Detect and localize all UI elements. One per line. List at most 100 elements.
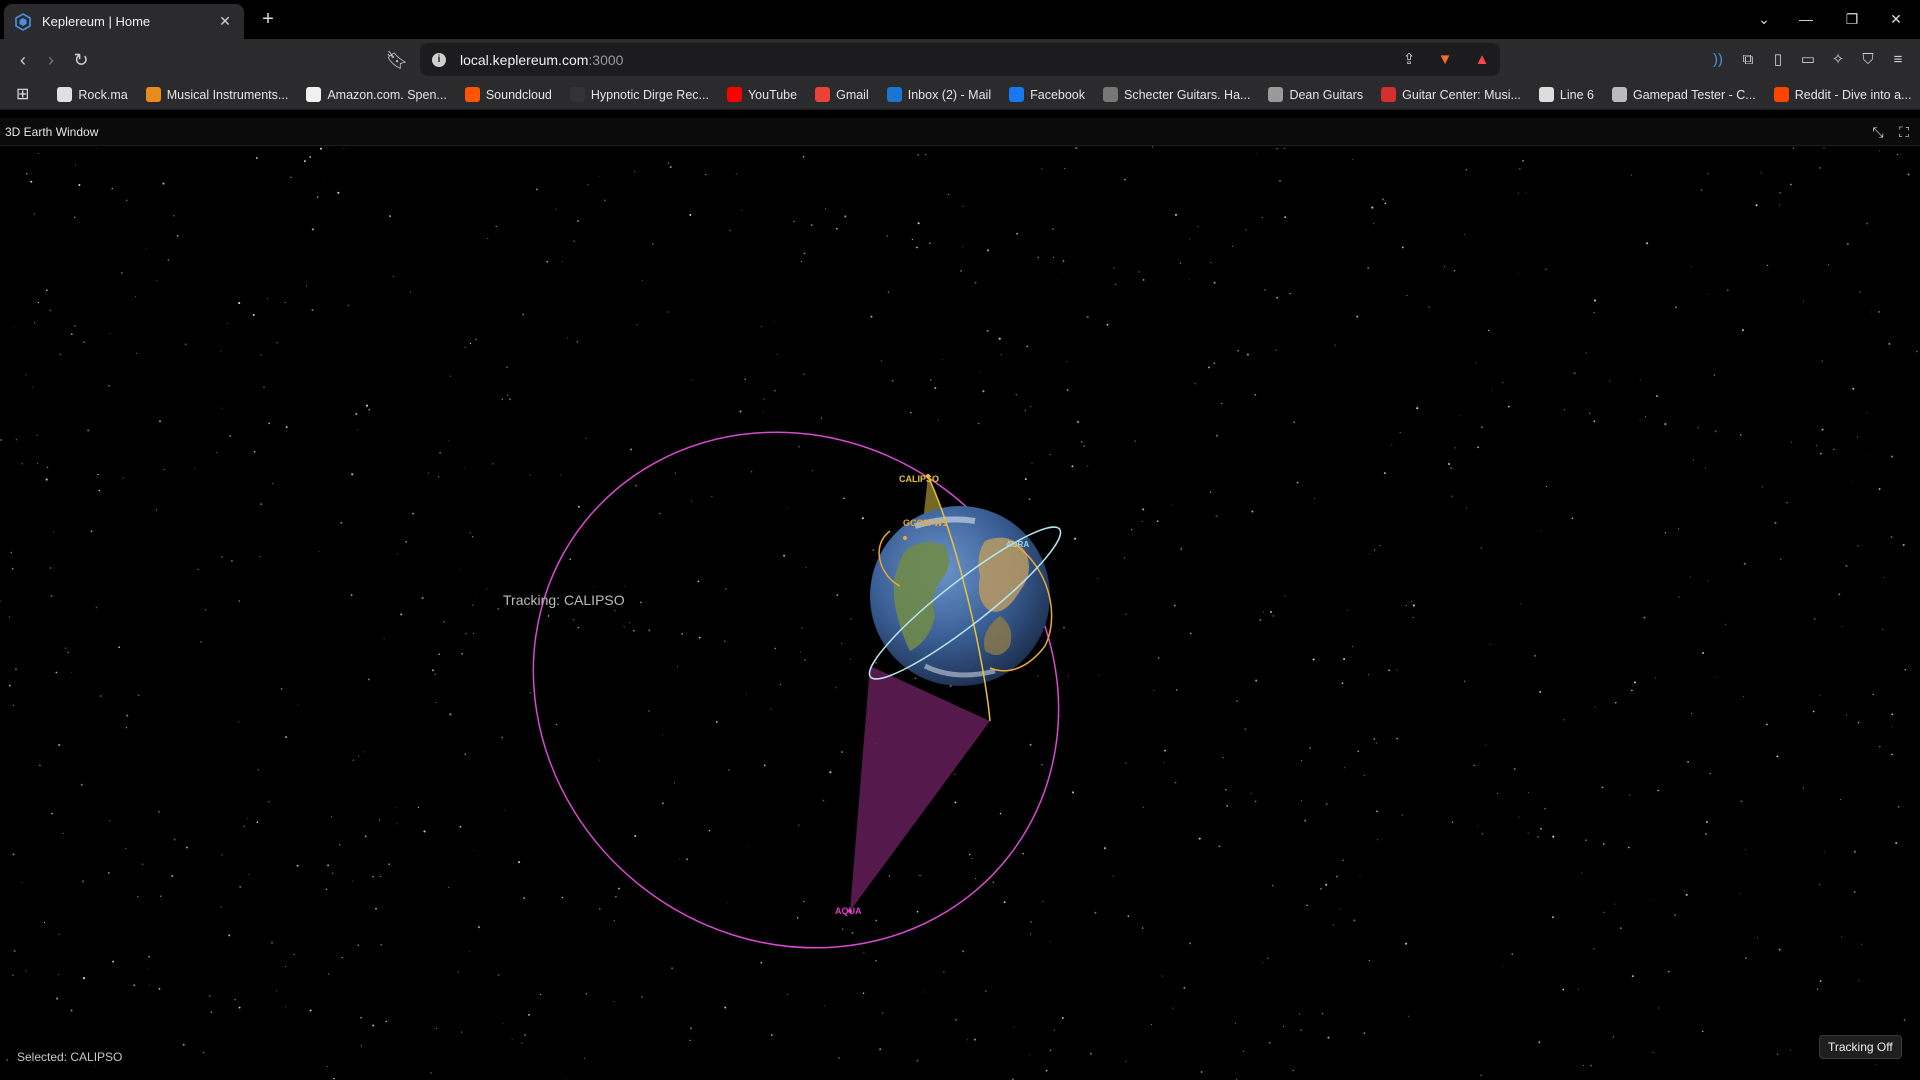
sat-marker-gcom-w1[interactable] — [903, 536, 907, 540]
star — [1125, 1060, 1127, 1062]
bookmark-item[interactable]: Dean Guitars — [1268, 87, 1363, 102]
leo-ai-icon[interactable]: ✧ — [1826, 48, 1850, 72]
star — [635, 484, 638, 487]
tab-keplereum[interactable]: Keplereum | Home ✕ — [4, 4, 244, 39]
star — [547, 615, 550, 617]
bookmark-item[interactable]: Reddit - Dive into a... — [1773, 87, 1911, 102]
bookmark-item[interactable]: Soundcloud — [464, 87, 552, 102]
minimize-button[interactable]: — — [1786, 6, 1826, 32]
star — [1276, 296, 1279, 299]
star — [1853, 850, 1856, 853]
star — [67, 651, 69, 653]
wallet-icon[interactable]: ▭ — [1796, 48, 1820, 72]
bookmark-item[interactable]: Gamepad Tester - C... — [1611, 87, 1756, 102]
star — [449, 713, 452, 716]
star — [1707, 579, 1709, 582]
star — [469, 531, 472, 534]
star — [824, 1005, 826, 1007]
star — [1029, 1054, 1031, 1056]
star — [1098, 674, 1100, 676]
sat-marker-aqua[interactable] — [848, 909, 852, 913]
space-scene[interactable]: CALIPSO GCOM-W1 AURA AQUA — [0, 146, 1920, 1080]
star — [122, 477, 124, 479]
star — [347, 304, 350, 307]
star — [229, 435, 231, 437]
bookmark-item[interactable]: Hypnotic Dirge Rec... — [569, 87, 709, 102]
star — [1851, 480, 1853, 482]
star — [1256, 152, 1257, 154]
bookmark-favicon-icon — [1538, 87, 1554, 102]
star — [1373, 549, 1376, 551]
star — [78, 183, 81, 187]
earth-3d-view[interactable]: CALIPSO GCOM-W1 AURA AQUA Tracking: CALI… — [0, 146, 1920, 1080]
star — [978, 422, 980, 425]
star — [1077, 420, 1079, 423]
bookmark-item[interactable]: Inbox (2) - Mail — [886, 87, 991, 102]
bookmark-item[interactable]: Line 6 — [1538, 87, 1594, 102]
star — [1335, 875, 1339, 878]
star — [910, 411, 912, 414]
star — [1225, 789, 1227, 791]
star — [798, 824, 800, 826]
brave-rewards-icon[interactable]: ▲ — [1470, 48, 1494, 72]
sidebar-icon[interactable]: ▯ — [1766, 48, 1790, 72]
brave-shields-icon[interactable]: ▼ — [1433, 48, 1457, 72]
new-tab-button[interactable]: + — [256, 8, 280, 32]
star — [392, 275, 395, 278]
bookmark-item[interactable]: Gmail — [815, 87, 869, 102]
star — [1674, 914, 1676, 916]
close-window-button[interactable]: ✕ — [1876, 6, 1916, 32]
star — [727, 769, 730, 771]
share-icon[interactable]: ⇪ — [1397, 48, 1421, 72]
star — [383, 638, 385, 640]
bookmark-item[interactable]: Facebook — [1009, 87, 1085, 102]
bookmark-favicon-icon — [886, 87, 902, 102]
back-button[interactable]: ‹ — [10, 47, 36, 73]
star — [326, 1065, 328, 1068]
star — [341, 956, 343, 959]
star — [822, 799, 825, 802]
bookmark-item[interactable]: Amazon.com. Spen... — [306, 87, 447, 102]
bookmark-page-icon[interactable]: 🔖︎ — [384, 47, 410, 73]
star — [1313, 498, 1315, 499]
tab-close-icon[interactable]: ✕ — [216, 13, 234, 30]
earth-globe[interactable] — [870, 506, 1050, 686]
restore-button[interactable]: ❐ — [1832, 6, 1872, 32]
star — [1878, 488, 1881, 490]
reload-button[interactable]: ↻ — [68, 47, 94, 73]
forward-button[interactable]: › — [38, 47, 64, 73]
bookmark-item[interactable]: Schecter Guitars. Ha... — [1103, 87, 1250, 102]
star — [33, 213, 35, 215]
sat-label-aura[interactable]: AURA — [1006, 540, 1029, 549]
star — [1089, 1052, 1092, 1055]
star — [1283, 1025, 1284, 1027]
site-info-icon[interactable]: i — [432, 52, 446, 67]
star — [986, 249, 990, 252]
bookmark-item[interactable]: Guitar Center: Musi... — [1381, 87, 1521, 102]
star — [1259, 619, 1262, 622]
bookmark-item[interactable]: Musical Instruments... — [145, 87, 288, 102]
bookmark-item[interactable]: Rock.ma — [57, 87, 128, 102]
star — [1742, 696, 1744, 698]
sat-marker-calipso[interactable] — [926, 474, 930, 478]
tab-search-chevron-icon[interactable]: ⌄ — [1744, 6, 1784, 32]
star — [1664, 423, 1667, 426]
exit-fullscreen-icon[interactable]: ⤡ — [1868, 122, 1888, 142]
extensions-icon[interactable]: ⧉ — [1736, 48, 1760, 72]
tracking-toggle-button[interactable]: Tracking Off — [1819, 1035, 1902, 1059]
star — [962, 950, 965, 953]
fullscreen-icon[interactable]: ⛶ — [1894, 122, 1914, 142]
address-bar[interactable]: i local.keplereum.com :3000 — [420, 43, 1500, 76]
star — [805, 566, 807, 569]
star — [448, 886, 450, 888]
star — [914, 677, 917, 680]
star — [1585, 839, 1587, 841]
menu-icon[interactable]: ≡ — [1886, 48, 1910, 72]
vpn-icon[interactable]: ⛉ — [1856, 48, 1880, 72]
star — [1475, 362, 1477, 364]
apps-grid-icon[interactable]: ⊞ — [16, 86, 29, 104]
sat-label-gcom-w1[interactable]: GCOM-W1 — [903, 518, 948, 528]
bookmark-item[interactable]: YouTube — [726, 87, 797, 102]
speedreader-icon[interactable]: )) — [1706, 48, 1730, 72]
sat-label-calipso[interactable]: CALIPSO — [899, 474, 939, 484]
